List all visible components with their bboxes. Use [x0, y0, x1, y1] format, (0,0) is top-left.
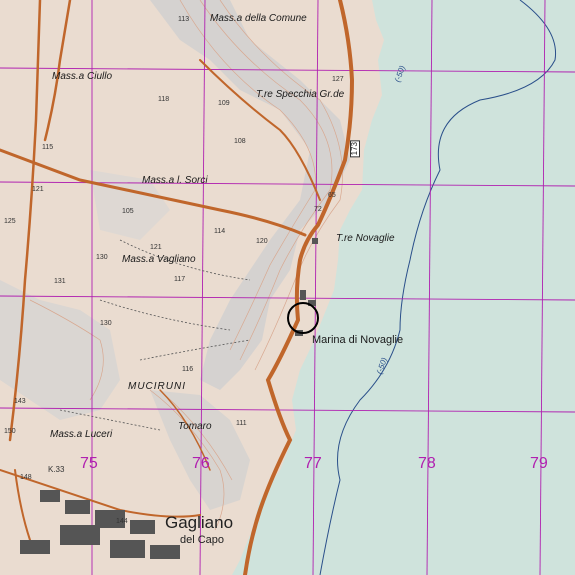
road-number-173: 173	[350, 140, 360, 158]
spot-height: 131	[54, 278, 66, 285]
spot-height: 118	[158, 96, 170, 103]
grid-label-75: 75	[80, 455, 98, 472]
spot-height: 72	[314, 206, 322, 213]
spot-height: 108	[234, 138, 246, 145]
spot-height: 121	[150, 244, 162, 251]
spot-height: 143	[14, 398, 26, 405]
label-mass-sorci: Mass.a l. Sorci	[142, 175, 208, 186]
label-tre-novaglie: T.re Novaglie	[336, 233, 395, 244]
label-mass-vagliano: Mass.a Vagliano	[122, 254, 196, 265]
label-marina-di-novaglie: Marina di Novaglie	[312, 334, 404, 346]
label-muciruni: MUCIRUNI	[128, 381, 186, 392]
grid-label-76: 76	[192, 455, 210, 472]
label-mass-luceri: Mass.a Luceri	[50, 429, 113, 440]
spot-height: 105	[122, 208, 134, 215]
spot-height: 65	[328, 192, 336, 199]
spot-height: 109	[218, 100, 230, 107]
spot-height: 120	[256, 238, 268, 245]
grid-label-79: 79	[530, 455, 548, 472]
spot-height: 115	[42, 144, 54, 151]
spot-height: 125	[4, 218, 16, 225]
spot-height: 130	[96, 254, 108, 261]
spot-height: 114	[214, 228, 226, 235]
spot-height: 121	[32, 186, 44, 193]
grid-label-77: 77	[304, 455, 322, 472]
label-del-capo: del Capo	[180, 534, 225, 546]
label-mass-ciullo: Mass.a Ciullo	[52, 71, 113, 82]
label-tomaro: Tomaro	[178, 421, 212, 432]
spot-height: 117	[174, 276, 186, 283]
spot-height: 116	[182, 366, 194, 373]
spot-height: 113	[178, 16, 190, 23]
spot-height: 127	[332, 76, 344, 83]
spot-height: 148	[20, 474, 32, 481]
label-tre-specchia: T.re Specchia Gr.de	[256, 89, 345, 100]
map-canvas	[0, 0, 575, 575]
spot-height: 130	[100, 320, 112, 327]
topographic-map[interactable]: Mass.a della Comune Mass.a Ciullo T.re S…	[0, 0, 575, 575]
label-mass-della-comune: Mass.a della Comune	[210, 13, 307, 24]
spot-height: 144	[116, 518, 128, 525]
label-km: K.33	[48, 465, 65, 474]
grid-label-78: 78	[418, 455, 436, 472]
label-gagliano: Gagliano	[165, 513, 234, 532]
spot-height: 150	[4, 428, 16, 435]
spot-height: 111	[236, 420, 247, 427]
